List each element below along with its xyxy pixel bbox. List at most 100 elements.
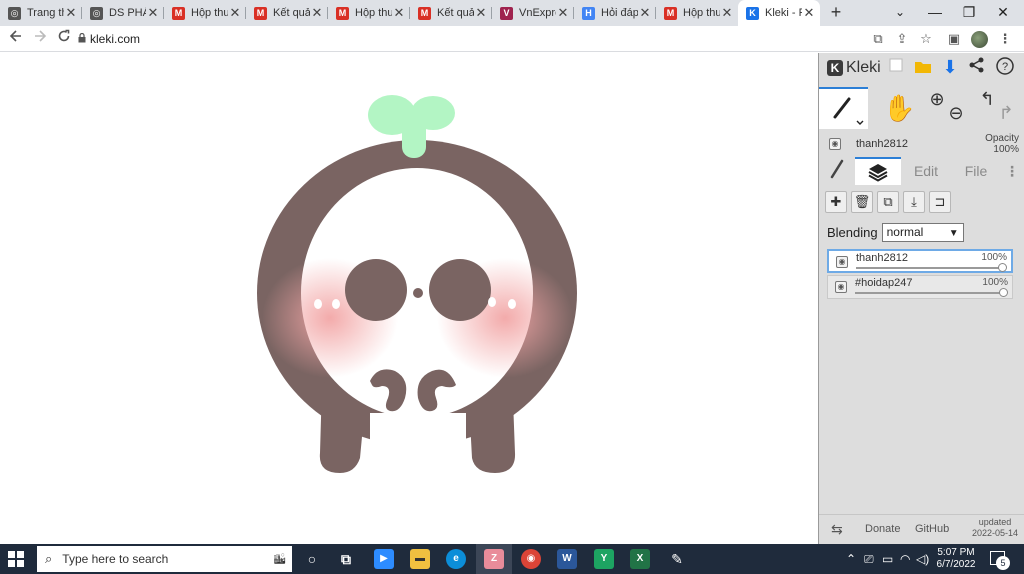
browser-tab[interactable]: M Hộp thư ✕ — [656, 0, 738, 26]
blending-select[interactable]: normal ▼ — [881, 223, 964, 242]
tool-row: ✋ ⊕ ⊖ ↰ ↱ — [819, 87, 1024, 129]
back-button[interactable] — [6, 29, 26, 49]
tab-layers[interactable] — [855, 157, 901, 185]
browser-tab[interactable]: M Hộp thư ✕ — [164, 0, 246, 26]
close-tab-icon[interactable]: ✕ — [720, 5, 734, 21]
close-tab-icon[interactable]: ✕ — [556, 5, 570, 21]
open-folder-icon[interactable] — [913, 58, 933, 78]
maximize-button[interactable]: ❐ — [952, 0, 986, 26]
meet-now-icon[interactable]: ⎚ — [864, 552, 874, 567]
layer-item[interactable]: ◉ #hoidap247 100% — [827, 275, 1013, 299]
zoom-app-icon[interactable]: ▶ — [374, 549, 394, 569]
zalo-icon[interactable]: Z — [484, 549, 504, 569]
reload-button[interactable] — [54, 29, 74, 49]
download-icon[interactable]: ⬇ — [940, 57, 960, 77]
layer-preview-icon[interactable]: ◉ — [829, 138, 841, 150]
close-tab-icon[interactable]: ✕ — [474, 5, 488, 21]
task-view-icon[interactable]: ⧉ — [336, 549, 356, 569]
volume-icon[interactable]: ◁) — [916, 552, 929, 566]
cortana-icon[interactable]: ○ — [302, 549, 322, 569]
layer-opacity: 100% — [982, 277, 1008, 288]
edge-icon[interactable]: e — [446, 549, 466, 569]
merge-layer-button[interactable]: ⤓ — [903, 191, 925, 213]
tab-search-button[interactable]: ⌄ — [883, 0, 917, 26]
layer-opacity-slider[interactable] — [856, 267, 1003, 269]
close-tab-icon[interactable]: ✕ — [392, 5, 406, 21]
layer-opacity-handle[interactable] — [999, 288, 1008, 297]
close-tab-icon[interactable]: ✕ — [64, 5, 78, 21]
close-tab-icon[interactable]: ✕ — [146, 5, 160, 21]
tab-brush[interactable] — [819, 157, 855, 185]
layer-opacity-slider[interactable] — [855, 292, 1004, 294]
url-field[interactable]: kleki.com — [90, 32, 140, 46]
browser-tab[interactable]: M Hộp thư ✕ — [328, 0, 410, 26]
browser-tab[interactable]: M Kết quả ✕ — [246, 0, 328, 26]
new-image-icon[interactable] — [886, 58, 906, 78]
donate-link[interactable]: Donate — [865, 523, 900, 535]
close-tab-icon[interactable]: ✕ — [228, 5, 242, 21]
battery-icon[interactable]: ▭ — [882, 552, 893, 566]
layer-opacity-handle[interactable] — [998, 263, 1007, 272]
tab-file[interactable]: File — [951, 157, 1001, 185]
close-window-button[interactable]: ✕ — [986, 0, 1020, 26]
chrome-menu-icon[interactable]: ⋮ — [997, 31, 1013, 47]
taskbar-search-box[interactable]: ⌕ Type here to search 🏙 — [37, 546, 292, 572]
windows-start-icon[interactable] — [8, 551, 24, 567]
layer-item[interactable]: ◉ thanh2812 100% — [827, 249, 1013, 273]
share-icon[interactable]: ⇪ — [894, 31, 910, 47]
share-icon[interactable] — [967, 57, 987, 77]
sheets-app-icon[interactable]: Y — [594, 549, 614, 569]
nose — [413, 288, 423, 298]
duplicate-layer-button[interactable]: ⧉ — [877, 191, 899, 213]
drawing-canvas[interactable] — [0, 53, 818, 544]
right-eye — [429, 259, 491, 321]
translate-icon[interactable]: ⧉ — [870, 31, 886, 47]
layer-visibility-icon[interactable]: ◉ — [836, 256, 848, 268]
close-tab-icon[interactable]: ✕ — [638, 5, 652, 21]
forward-button[interactable] — [30, 29, 50, 49]
wifi-icon[interactable]: ◠ — [900, 552, 910, 566]
file-explorer-icon[interactable]: ▬ — [410, 549, 430, 569]
hand-tool-icon[interactable]: ✋ — [883, 93, 915, 124]
rename-layer-button[interactable]: ⊐ — [929, 191, 951, 213]
new-tab-button[interactable]: + — [826, 2, 846, 22]
browser-tab[interactable]: H Hỏi đáp ✕ — [574, 0, 656, 26]
close-tab-icon[interactable]: ✕ — [802, 5, 816, 21]
browser-tab[interactable]: K Kleki - F ✕ — [738, 0, 820, 26]
minimize-button[interactable]: — — [918, 0, 952, 26]
sprout-leaf-left — [368, 95, 416, 135]
redo-icon[interactable]: ↱ — [996, 103, 1016, 123]
sparkle-dot — [314, 299, 322, 309]
tab-edit[interactable]: Edit — [901, 157, 951, 185]
github-link[interactable]: GitHub — [915, 523, 949, 535]
side-panel-icon[interactable]: ▣ — [946, 31, 962, 47]
kleki-logo[interactable]: K Kleki — [827, 59, 881, 77]
zoom-in-icon[interactable]: ⊕ — [927, 89, 947, 109]
word-icon[interactable]: W — [557, 549, 577, 569]
browser-tab[interactable]: ◎ Trang th ✕ — [0, 0, 82, 26]
close-tab-icon[interactable]: ✕ — [310, 5, 324, 21]
add-layer-button[interactable]: ✚ — [825, 191, 847, 213]
browser-tab[interactable]: V VnExpre✕ — [492, 0, 574, 26]
layer-visibility-icon[interactable]: ◉ — [835, 281, 847, 293]
brush-tool[interactable] — [819, 87, 868, 129]
taskbar-clock[interactable]: 5:07 PM 6/7/2022 — [930, 547, 982, 571]
pen-app-icon[interactable]: ✎ — [667, 549, 687, 569]
tray-chevron-icon[interactable]: ⌃ — [846, 552, 856, 566]
bookmark-star-icon[interactable]: ☆ — [918, 31, 934, 47]
search-icon: ⌕ — [45, 551, 53, 566]
browser-tab[interactable]: M Kết quả ✕ — [410, 0, 492, 26]
browser-tab[interactable]: ◎ DS PHÁI✕ — [82, 0, 164, 26]
globe-icon: ◎ — [90, 6, 103, 20]
excel-icon[interactable]: X — [630, 549, 650, 569]
chrome-icon[interactable]: ◉ — [521, 549, 541, 569]
zoom-out-icon[interactable]: ⊖ — [946, 103, 966, 123]
search-highlight-icon: 🏙 — [273, 553, 286, 565]
tab-title: Kết quả — [273, 7, 310, 19]
help-icon[interactable]: ? — [995, 57, 1015, 77]
undo-icon[interactable]: ↰ — [977, 89, 997, 109]
profile-avatar[interactable] — [971, 31, 988, 48]
swap-sides-icon[interactable]: ⇆ — [831, 521, 843, 538]
delete-layer-button[interactable]: 🗑 — [851, 191, 873, 213]
more-menu-icon[interactable]: ⋮ — [1001, 157, 1023, 185]
